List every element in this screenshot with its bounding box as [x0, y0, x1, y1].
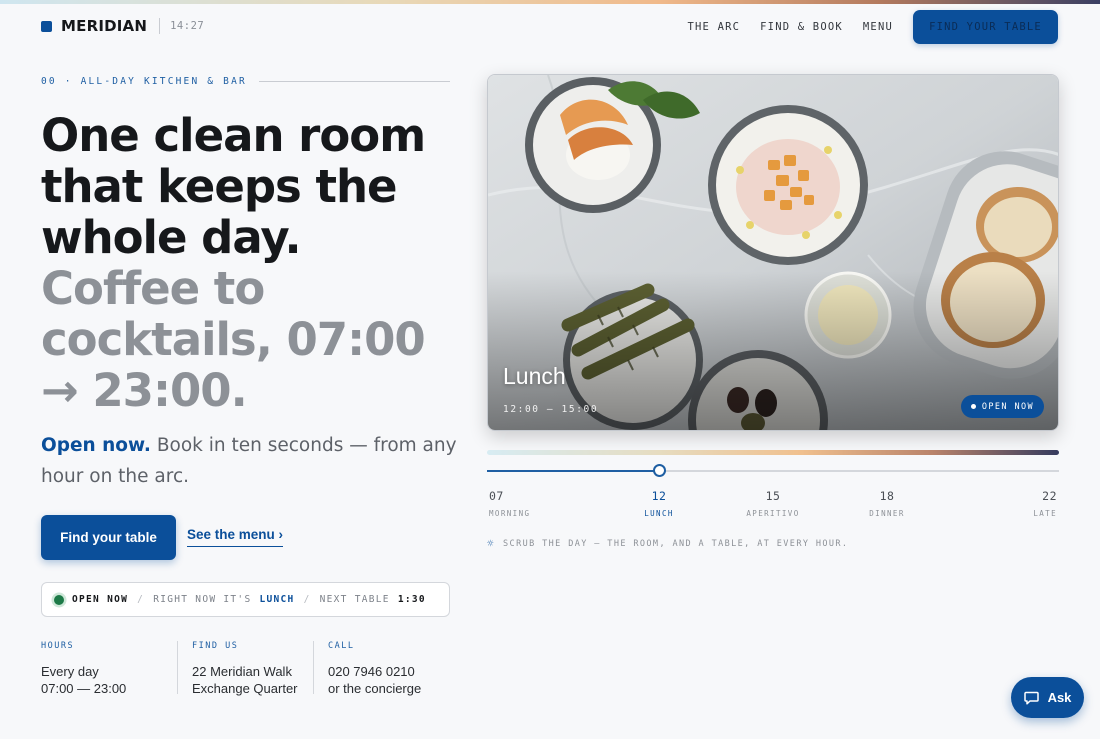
clock-time: 14:27: [170, 20, 205, 32]
open-status-dot-icon: [54, 594, 64, 605]
open-now-badge: OPEN NOW: [960, 395, 1044, 418]
day-slider-thumb[interactable]: [653, 464, 666, 477]
status-right-now-label: RIGHT NOW IT'S: [153, 594, 252, 605]
chat-bubble-icon: [1023, 691, 1039, 705]
status-next-table-label: NEXT TABLE: [319, 594, 390, 605]
top-gradient-line: [0, 0, 1100, 4]
headline-line-3: whole day.: [41, 211, 302, 264]
info-line: or the concierge: [328, 681, 422, 696]
badge-dot-icon: [970, 404, 976, 409]
tick-hour: 22: [1042, 489, 1057, 503]
sun-icon: ☼: [487, 537, 496, 550]
info-line: 22 Meridian Walk: [192, 664, 292, 679]
info-find-us: FIND US 22 Meridian Walk Exchange Quarte…: [192, 641, 298, 697]
ask-label: Ask: [1047, 690, 1072, 705]
badge-text: OPEN NOW: [981, 401, 1034, 412]
tick-label: MORNING: [489, 509, 531, 518]
find-your-table-button[interactable]: Find your table: [41, 515, 176, 560]
status-next-table-time: 1:30: [397, 594, 426, 605]
brand[interactable]: MERIDIAN 14:27: [41, 17, 204, 35]
info-phone[interactable]: 020 7946 0210: [328, 663, 421, 680]
lede-accent: Open now.: [41, 435, 151, 456]
hero-title: Lunch: [503, 363, 566, 389]
tick-hour: 07: [489, 489, 504, 503]
headline-line-2: that keeps the: [41, 160, 398, 213]
main-nav: THE ARC FIND & BOOK MENU FIND YOUR TABLE: [688, 10, 1058, 44]
info-call: CALL 020 7946 0210 or the concierge: [328, 641, 421, 697]
tick-hour: 15: [765, 489, 781, 503]
info-label: HOURS: [41, 641, 75, 651]
tick-dinner[interactable]: 18 DINNER: [858, 489, 916, 518]
tick-hour: 18: [879, 489, 895, 503]
nav-link-the-arc[interactable]: THE ARC: [688, 21, 741, 33]
info-divider: [177, 641, 178, 694]
tick-label: DINNER: [869, 509, 905, 518]
headline-line-6: → 23:00.: [41, 364, 248, 417]
info-line: Every day: [41, 664, 99, 679]
eyebrow-rule: [258, 81, 450, 82]
page-headline: One clean room that keeps the whole day.…: [41, 110, 461, 416]
hero-image-card: Lunch 12:00 — 15:00 OPEN NOW: [487, 74, 1059, 431]
scrub-hint-text: SCRUB THE DAY — THE ROOM, AND A TABLE, A…: [503, 538, 849, 549]
tick-hour: 12: [651, 489, 667, 503]
nav-link-menu[interactable]: MENU: [863, 21, 893, 33]
live-status-bar: OPEN NOW / RIGHT NOW IT'S LUNCH / NEXT T…: [41, 582, 450, 617]
day-slider-fill: [487, 470, 659, 472]
hero-food-illustration: [488, 75, 1058, 430]
headline-line-1: One clean room: [41, 109, 426, 162]
status-separator: /: [137, 594, 145, 605]
tick-late[interactable]: 22 LATE: [1010, 489, 1057, 518]
tick-aperitivo[interactable]: 15 APERITIVO: [738, 489, 808, 518]
brand-mark-icon: [41, 20, 52, 32]
info-label: CALL: [328, 641, 355, 651]
lede: Open now. Book in ten seconds — from any…: [41, 430, 461, 492]
status-separator: /: [303, 594, 311, 605]
headline-line-4: Coffee to: [41, 262, 265, 315]
info-label: FIND US: [192, 641, 239, 651]
nav-link-find-book[interactable]: FIND & BOOK: [760, 21, 843, 33]
tick-label: LUNCH: [644, 509, 674, 518]
tick-label: LATE: [1033, 509, 1057, 518]
day-gradient-bar: [487, 450, 1059, 455]
status-current-meal: LUNCH: [259, 594, 295, 605]
status-open: OPEN NOW: [72, 594, 129, 605]
brand-name: MERIDIAN: [61, 17, 148, 35]
tick-morning[interactable]: 07 MORNING: [489, 489, 530, 518]
eyebrow-text: 00 · ALL-DAY KITCHEN & BAR: [41, 76, 247, 87]
info-line: 07:00 — 23:00: [41, 681, 127, 696]
headline-line-5: cocktails, 07:00: [41, 313, 426, 366]
info-line: Exchange Quarter: [192, 681, 298, 696]
scrub-hint: ☼ SCRUB THE DAY — THE ROOM, AND A TABLE,…: [487, 537, 848, 550]
eyebrow: 00 · ALL-DAY KITCHEN & BAR: [41, 76, 450, 87]
tick-label: APERITIVO: [746, 509, 800, 518]
info-hours: HOURS Every day 07:00 — 23:00: [41, 641, 126, 697]
find-your-table-nav-button[interactable]: FIND YOUR TABLE: [913, 10, 1058, 44]
brand-divider: [159, 18, 161, 34]
ask-chat-button[interactable]: Ask: [1011, 677, 1084, 718]
see-the-menu-link[interactable]: See the menu ›: [187, 527, 284, 547]
day-slider[interactable]: [487, 464, 1059, 477]
tick-lunch[interactable]: 12 LUNCH: [630, 489, 688, 518]
info-divider: [313, 641, 314, 694]
hero-time-range: 12:00 — 15:00: [503, 404, 599, 415]
